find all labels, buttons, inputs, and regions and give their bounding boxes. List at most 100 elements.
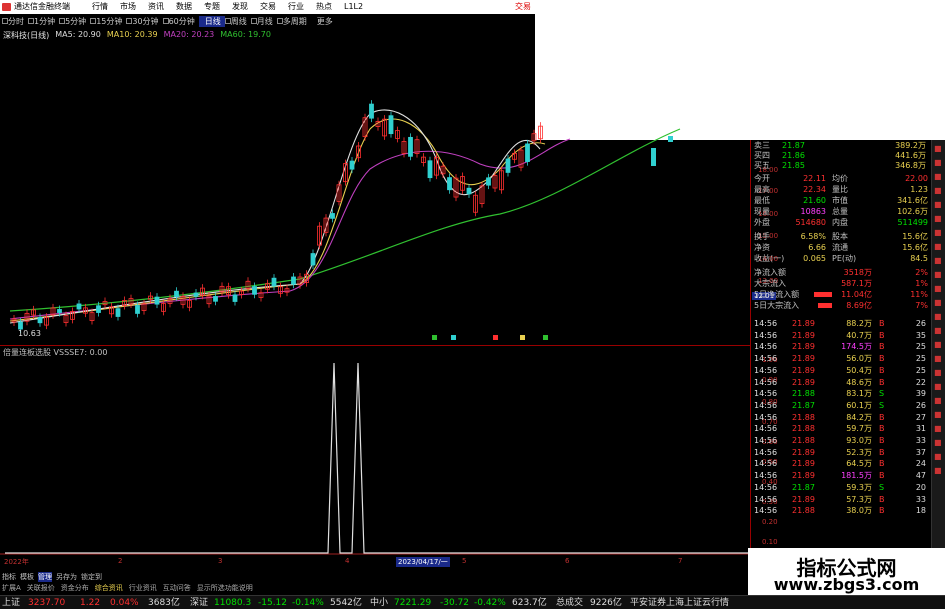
trade-count: 31	[915, 424, 926, 434]
signal-line	[5, 362, 750, 554]
trade-row: 14:56 21.89 181.5万 B 47	[752, 470, 930, 482]
trade-side: B	[879, 424, 885, 434]
trade-count: 33	[915, 436, 926, 445]
sidebar-icon[interactable]: ■	[934, 172, 944, 182]
sidebar-icon[interactable]: ■	[934, 438, 944, 448]
period-30min[interactable]: 30分钟	[126, 16, 162, 27]
sidebar-icon[interactable]: ■	[934, 340, 944, 350]
sidebar-icon[interactable]: ■	[934, 298, 944, 308]
ask-price: 21.85	[782, 161, 805, 170]
menu-redian[interactable]: 热点	[316, 0, 344, 14]
trade-price: 21.87	[792, 482, 815, 492]
trade-side: S	[879, 389, 885, 399]
trade-volume: 40.7万	[846, 330, 872, 340]
sidebar-icon[interactable]: ■	[934, 186, 944, 196]
sidebar-icon[interactable]: ■	[934, 242, 944, 252]
ask-label: 买五	[754, 161, 770, 170]
ma10-line	[9, 118, 546, 322]
sz-index-change: -15.12	[258, 598, 288, 608]
period-5min[interactable]: 5分钟	[59, 16, 90, 27]
sidebar-icon[interactable]: ■	[934, 256, 944, 266]
stat-value: 21.60	[803, 196, 826, 205]
flow-pct: 7%	[915, 301, 928, 310]
menu-jiaoyi[interactable]: 交易	[260, 0, 288, 14]
sidebar-icon[interactable]: ■	[934, 158, 944, 168]
tab-qa[interactable]: 互动问答	[163, 583, 191, 593]
sidebar-icon[interactable]: ■	[934, 424, 944, 434]
menu-zixun[interactable]: 资讯	[148, 0, 176, 14]
date-cursor-label: 2023/04/17/一	[396, 557, 450, 567]
trade-count: 39	[915, 389, 926, 399]
sidebar-icon[interactable]: ■	[934, 326, 944, 336]
tab-zhibiao[interactable]: 指标	[2, 572, 16, 582]
period-fenshi[interactable]: 分时	[2, 16, 28, 27]
stat-value: 1.23	[910, 185, 928, 194]
candle-body	[369, 103, 374, 119]
candle-body	[96, 305, 101, 313]
tab-function-help[interactable]: 显示所选功能说明	[197, 583, 253, 593]
menu-hangye[interactable]: 行业	[288, 0, 316, 14]
sidebar-icon[interactable]: ■	[934, 452, 944, 462]
tab-suodingdao[interactable]: 锁定到	[81, 572, 102, 582]
sidebar-icon[interactable]: ■	[934, 368, 944, 378]
candle-body	[252, 286, 257, 295]
period-weekly[interactable]: 周线	[224, 16, 251, 27]
sidebar-icon[interactable]: ■	[934, 396, 944, 406]
tab-muban[interactable]: 模板	[20, 572, 34, 582]
menu-l1l2[interactable]: L1L2	[344, 0, 372, 14]
sidebar-icon[interactable]: ■	[934, 312, 944, 322]
menu-shichang[interactable]: 市场	[120, 0, 148, 14]
sh-index-amount: 3683亿	[148, 598, 180, 608]
sidebar-icon[interactable]: ■	[934, 382, 944, 392]
stat-row: 外盘 514680 内盘 511499	[752, 217, 930, 228]
trade-volume: 59.7万	[846, 424, 872, 434]
sidebar-icon[interactable]: ■	[934, 284, 944, 294]
trade-count: 22	[915, 377, 926, 387]
tab-guanli[interactable]: 管理	[38, 572, 52, 582]
stat-label: 流通	[832, 243, 848, 252]
candle-body	[427, 160, 433, 179]
period-1min[interactable]: 1分钟	[28, 16, 59, 27]
stat-label: 净资	[754, 243, 770, 252]
sidebar-icon[interactable]: ■	[934, 228, 944, 238]
tab-news[interactable]: 综合资讯	[95, 583, 123, 593]
menu-faxian[interactable]: 发现	[232, 0, 260, 14]
total-turnover-value: 9226亿	[590, 598, 622, 608]
tab-ext-a[interactable]: 扩展A	[2, 583, 21, 593]
sidebar-icon[interactable]: ■	[934, 466, 944, 476]
menu-hangqing[interactable]: 行情	[92, 0, 120, 14]
trade-count: 26	[915, 400, 926, 410]
trade-count: 18	[915, 506, 926, 516]
candle-body	[135, 305, 140, 314]
sidebar-icon[interactable]: ■	[934, 270, 944, 280]
indicator-tabs: 指标 模板 管理 另存为 锁定到	[0, 572, 750, 582]
indicator-chart[interactable]	[0, 345, 750, 555]
stat-row: 现量 10863 总量 102.6万	[752, 206, 930, 217]
sidebar-icon[interactable]: ■	[934, 144, 944, 154]
flow-row: 5日净流入额 11.04亿 11%	[752, 289, 930, 300]
tab-industry-news[interactable]: 行业资讯	[129, 583, 157, 593]
tab-fund-distribution[interactable]: 资金分布	[61, 583, 89, 593]
trade-row: 14:56 21.89 50.4万 B 25	[752, 365, 930, 377]
flow-pct: 1%	[915, 279, 928, 288]
sidebar-icon[interactable]: ■	[934, 410, 944, 420]
period-15min[interactable]: 15分钟	[90, 16, 126, 27]
period-monthly[interactable]: 月线	[250, 16, 277, 27]
sidebar-icon[interactable]: ■	[934, 354, 944, 364]
period-60min[interactable]: 60分钟	[162, 16, 199, 27]
flow-value: 587.1万	[841, 279, 872, 288]
sidebar-icon[interactable]: ■	[934, 200, 944, 210]
candlestick-chart[interactable]: 10.63	[0, 29, 750, 345]
sidebar-icon[interactable]: ■	[934, 214, 944, 224]
menu-shuju[interactable]: 数据	[176, 0, 204, 14]
candle-body	[271, 277, 277, 287]
period-multi[interactable]: 多周期	[276, 16, 311, 27]
trade-link[interactable]: 交易	[515, 0, 531, 14]
period-daily[interactable]: 日线	[198, 15, 225, 27]
broker-label[interactable]: 平安证券上海上证云行情	[630, 596, 729, 609]
trade-price: 21.88	[792, 412, 815, 422]
period-more[interactable]: 更多	[311, 16, 337, 27]
tab-lingcunwei[interactable]: 另存为	[56, 572, 77, 582]
tab-related-quotes[interactable]: 关联报价	[27, 583, 55, 593]
menu-zhuanti[interactable]: 专题	[204, 0, 232, 14]
